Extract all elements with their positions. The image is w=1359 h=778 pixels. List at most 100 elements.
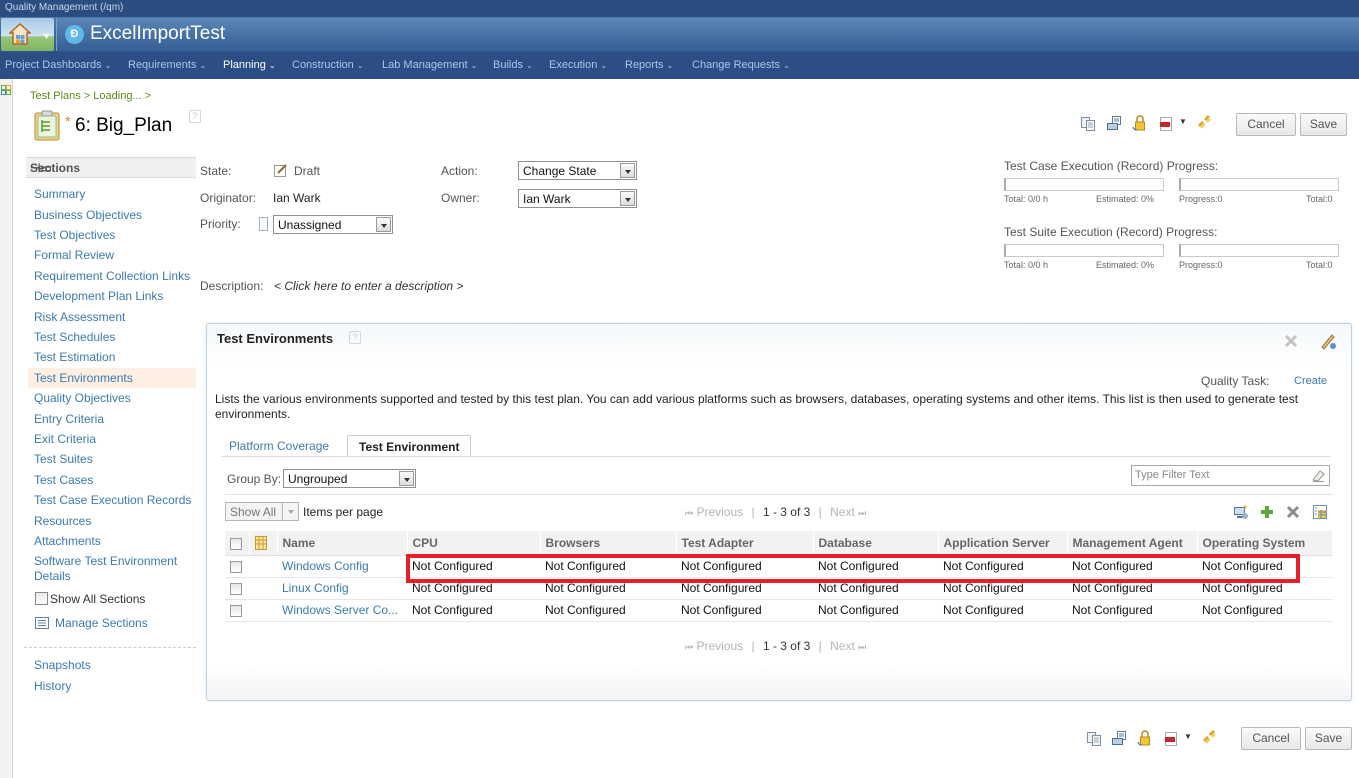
- sidebar-item-test-estimation[interactable]: Test Estimation: [34, 350, 115, 364]
- items-per-page-select[interactable]: Show All: [225, 502, 299, 521]
- link-icon[interactable]: [1196, 115, 1212, 131]
- generate-environments-icon[interactable]: [1233, 504, 1249, 520]
- sidebar-item-development-plan-links[interactable]: Development Plan Links: [34, 289, 163, 303]
- action-select[interactable]: Change State: [518, 161, 637, 180]
- column-header-operating-system[interactable]: Operating System: [1197, 531, 1333, 556]
- column-header-cpu[interactable]: CPU: [407, 531, 541, 556]
- sidebar-item-test-suites[interactable]: Test Suites: [34, 452, 93, 466]
- cancel-button[interactable]: Cancel: [1241, 727, 1301, 750]
- sidebar-item-test-case-execution-records[interactable]: Test Case Execution Records: [34, 493, 191, 507]
- nav-lab-management[interactable]: Lab Management ⌄: [382, 59, 477, 71]
- owner-select[interactable]: Ian Wark: [518, 189, 637, 208]
- next-page-link[interactable]: Next: [830, 639, 855, 653]
- table-row[interactable]: Windows Config Not Configured Not Config…: [225, 555, 1333, 578]
- nav-execution[interactable]: Execution ⌄: [549, 59, 607, 71]
- sidebar-item-attachments[interactable]: Attachments: [34, 534, 101, 548]
- pdf-dropdown-icon[interactable]: ▼: [1184, 732, 1192, 741]
- first-page-icon[interactable]: ⏮: [685, 642, 693, 652]
- duplicate-icon[interactable]: [1080, 116, 1096, 132]
- nav-planning[interactable]: Planning ⌄: [223, 59, 276, 71]
- select-all-checkbox[interactable]: [230, 537, 242, 550]
- previous-page-link[interactable]: Previous: [696, 505, 743, 519]
- delete-icon[interactable]: [1286, 505, 1300, 519]
- duplicate-icon[interactable]: [1086, 731, 1102, 747]
- sidebar-item-software-test-environment-details[interactable]: Software Test Environment Details: [34, 554, 194, 584]
- sidebar-item-exit-criteria[interactable]: Exit Criteria: [34, 432, 96, 446]
- sidebar-item-business-objectives[interactable]: Business Objectives: [34, 208, 142, 222]
- priority-select[interactable]: Unassigned: [273, 215, 393, 234]
- manage-sections-icon[interactable]: [35, 617, 49, 629]
- add-icon[interactable]: [1259, 504, 1275, 520]
- table-row[interactable]: Windows Server Co... Not Configured Not …: [225, 599, 1333, 622]
- nav-construction[interactable]: Construction ⌄: [292, 59, 363, 71]
- sidebar-item-quality-objectives[interactable]: Quality Objectives: [34, 391, 131, 405]
- link-icon[interactable]: [1201, 730, 1217, 746]
- sidebar-item-risk-assessment[interactable]: Risk Assessment: [34, 310, 125, 324]
- row-checkbox[interactable]: [230, 604, 242, 617]
- tab-platform-coverage[interactable]: Platform Coverage: [218, 435, 340, 457]
- pdf-dropdown-icon[interactable]: ▼: [1179, 117, 1187, 126]
- sidebar-item-requirement-collection-links[interactable]: Requirement Collection Links: [34, 269, 190, 283]
- help-icon[interactable]: ?: [349, 331, 361, 344]
- column-chooser-icon[interactable]: [254, 536, 267, 551]
- nav-project-dashboards[interactable]: Project Dashboards ⌄: [5, 59, 111, 71]
- last-page-icon[interactable]: ⏭: [858, 642, 866, 652]
- column-header-database[interactable]: Database: [813, 531, 939, 556]
- column-header-application-server[interactable]: Application Server: [938, 531, 1068, 556]
- close-icon[interactable]: [1284, 334, 1298, 348]
- column-header-management-agent[interactable]: Management Agent: [1067, 531, 1198, 556]
- home-menu-caret-icon[interactable]: ▼: [42, 31, 51, 41]
- next-page-link[interactable]: Next: [830, 505, 855, 519]
- sidebar-item-history[interactable]: History: [34, 679, 71, 693]
- print-icon[interactable]: [1106, 115, 1122, 131]
- clear-filter-icon[interactable]: [1312, 469, 1325, 482]
- table-row[interactable]: Linux Config Not Configured Not Configur…: [225, 577, 1333, 600]
- previous-page-link[interactable]: Previous: [696, 639, 743, 653]
- sidebar-item-snapshots[interactable]: Snapshots: [34, 658, 91, 672]
- nav-builds[interactable]: Builds ⌄: [493, 59, 533, 71]
- row-checkbox[interactable]: [230, 582, 242, 595]
- manage-sections-link[interactable]: Manage Sections: [55, 616, 148, 630]
- sidebar-item-test-cases[interactable]: Test Cases: [34, 473, 93, 487]
- lock-icon[interactable]: [1132, 115, 1148, 131]
- row-checkbox[interactable]: [230, 560, 242, 573]
- group-by-select[interactable]: Ungrouped: [283, 469, 416, 488]
- description-field[interactable]: < Click here to enter a description >: [274, 279, 463, 293]
- sidebar-item-summary[interactable]: Summary: [34, 187, 85, 201]
- pdf-icon[interactable]: [1163, 731, 1179, 747]
- lock-icon[interactable]: [1137, 730, 1153, 746]
- sidebar-item-entry-criteria[interactable]: Entry Criteria: [34, 412, 104, 426]
- sidebar-item-test-objectives[interactable]: Test Objectives: [34, 228, 115, 242]
- home-button[interactable]: ▼: [1, 18, 54, 51]
- sidebar-item-resources[interactable]: Resources: [34, 514, 91, 528]
- nav-reports[interactable]: Reports ⌄: [625, 59, 673, 71]
- filter-input[interactable]: Type Filter Text: [1131, 465, 1330, 486]
- environment-name-link[interactable]: Linux Config: [282, 581, 349, 595]
- column-settings-icon[interactable]: [1312, 504, 1328, 520]
- pin-icon[interactable]: ⊣▭: [30, 161, 194, 175]
- column-header-browsers[interactable]: Browsers: [540, 531, 677, 556]
- environment-name-link[interactable]: Windows Config: [282, 559, 369, 573]
- environment-name-link[interactable]: Windows Server Co...: [282, 603, 398, 617]
- save-button[interactable]: Save: [1305, 727, 1352, 750]
- show-all-sections-checkbox[interactable]: [35, 592, 48, 605]
- sidebar-item-formal-review[interactable]: Formal Review: [34, 248, 114, 262]
- column-header-test-adapter[interactable]: Test Adapter: [676, 531, 814, 556]
- help-icon[interactable]: ?: [189, 110, 201, 123]
- nav-requirements[interactable]: Requirements ⌄: [128, 59, 206, 71]
- first-page-icon[interactable]: ⏮: [685, 508, 693, 518]
- pdf-icon[interactable]: [1158, 116, 1174, 132]
- widget-grid-icon[interactable]: [1, 85, 11, 95]
- sidebar-item-test-environments[interactable]: Test Environments: [34, 371, 133, 385]
- create-quality-task-link[interactable]: Create: [1294, 375, 1327, 387]
- edit-icon[interactable]: [1319, 332, 1337, 350]
- breadcrumb[interactable]: Test Plans > Loading... >: [30, 90, 151, 102]
- cancel-button[interactable]: Cancel: [1236, 113, 1296, 136]
- column-header-name[interactable]: Name: [277, 531, 408, 556]
- tab-test-environment[interactable]: Test Environment: [347, 435, 472, 457]
- show-all-sections-label[interactable]: Show All Sections: [50, 592, 145, 606]
- save-button[interactable]: Save: [1300, 113, 1347, 136]
- sidebar-item-test-schedules[interactable]: Test Schedules: [34, 330, 115, 344]
- last-page-icon[interactable]: ⏭: [858, 508, 866, 518]
- nav-change-requests[interactable]: Change Requests ⌄: [692, 59, 790, 71]
